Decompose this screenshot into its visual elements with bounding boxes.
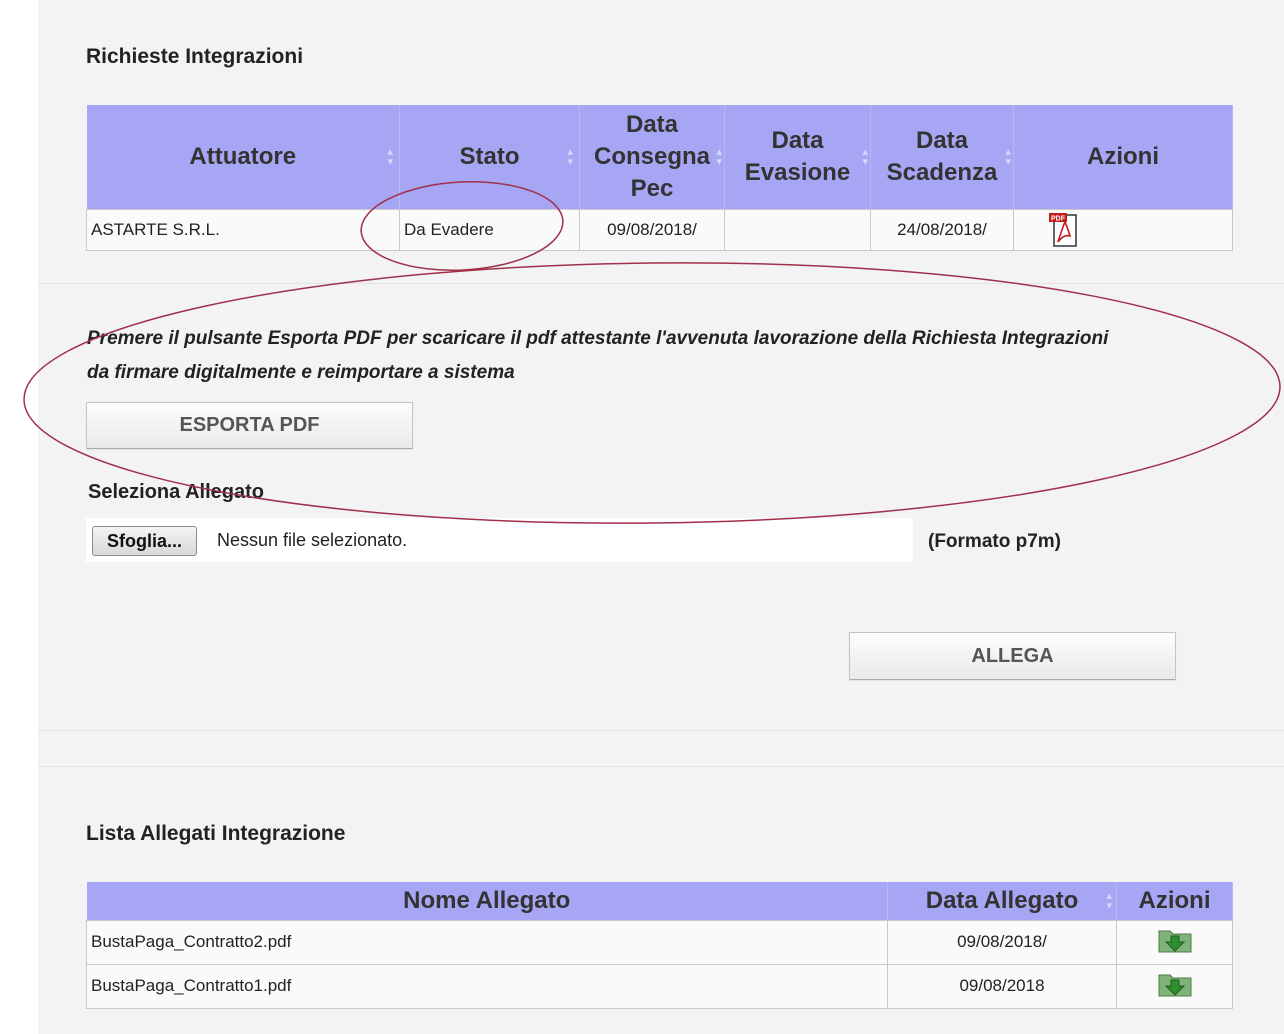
column-label: Pec — [630, 174, 674, 202]
cell-azioni — [1116, 919, 1233, 965]
sort-icon[interactable]: ▴ ▾ — [1106, 890, 1112, 911]
column-label: Data Allegato — [925, 886, 1079, 914]
attachments-header-row: Nome Allegato Data Allegato ▴ ▾ Azioni — [86, 882, 1233, 920]
column-header-data-scadenza[interactable]: Data Scadenza ▴ ▾ — [870, 105, 1014, 209]
browse-button[interactable]: Sfoglia... — [92, 526, 198, 556]
requests-table: Attuatore ▴ ▾ Stato ▴ ▾ Data Consegna Pec … — [86, 105, 1233, 251]
attach-button[interactable]: ALLEGA — [849, 632, 1176, 680]
cell-attachment-name: BustaPaga_Contratto1.pdf — [86, 963, 888, 1009]
cell-data-scadenza: 24/08/2018/ — [870, 208, 1014, 251]
column-label: Azioni — [1138, 886, 1211, 914]
table-row: BustaPaga_Contratto2.pdf 09/08/2018/ — [86, 919, 1233, 965]
svg-text:PDF: PDF — [1051, 215, 1066, 222]
cell-azioni: PDF — [1013, 208, 1233, 251]
column-header-nome-allegato[interactable]: Nome Allegato — [86, 882, 888, 920]
column-label: Nome Allegato — [403, 886, 571, 914]
instruction-line: Premere il pulsante Esporta PDF per scar… — [87, 328, 1109, 349]
file-status-text: Nessun file selezionato. — [217, 530, 408, 550]
requests-title: Richieste Integrazioni — [86, 45, 304, 68]
column-header-data-evasione[interactable]: Data Evasione ▴ ▾ — [724, 105, 871, 209]
column-label: Azioni — [1087, 142, 1159, 170]
section-divider — [38, 766, 1284, 767]
download-icon[interactable] — [1157, 926, 1193, 954]
column-label: Scadenza — [886, 158, 998, 186]
column-label: Data — [625, 110, 679, 138]
table-row: BustaPaga_Contratto1.pdf 09/08/2018 — [86, 963, 1233, 1009]
pdf-icon[interactable]: PDF — [1048, 212, 1080, 248]
column-label: Evasione — [744, 158, 851, 186]
column-label: Attuatore — [189, 142, 297, 170]
cell-attuatore: ASTARTE S.R.L. — [86, 208, 400, 251]
cell-attachment-date: 09/08/2018 — [887, 963, 1117, 1009]
section-divider — [38, 730, 1284, 731]
column-header-azioni: Azioni — [1116, 882, 1233, 920]
column-label: Data — [771, 126, 824, 154]
table-row: ASTARTE S.R.L. Da Evadere 09/08/2018/ 24… — [86, 208, 1233, 251]
cell-stato: Da Evadere — [399, 208, 580, 251]
sort-icon[interactable]: ▴ ▾ — [716, 146, 722, 167]
sort-icon[interactable]: ▴ ▾ — [567, 146, 573, 167]
column-label: Data — [915, 126, 969, 154]
sort-icon[interactable]: ▴ ▾ — [387, 146, 393, 167]
sort-icon[interactable]: ▴ ▾ — [862, 146, 868, 167]
cell-attachment-date: 09/08/2018/ — [887, 919, 1117, 965]
cell-data-consegna: 09/08/2018/ — [579, 208, 725, 251]
instruction-line: da firmare digitalmente e reimportare a … — [87, 362, 515, 383]
file-input[interactable]: Sfoglia... Nessun file selezionato. — [86, 518, 913, 562]
column-header-data-allegato[interactable]: Data Allegato ▴ ▾ — [887, 882, 1117, 920]
format-hint: (Formato p7m) — [928, 531, 1061, 552]
column-header-azioni: Azioni — [1013, 105, 1233, 209]
column-header-stato[interactable]: Stato ▴ ▾ — [399, 105, 580, 209]
sort-icon[interactable]: ▴ ▾ — [1005, 146, 1011, 167]
export-pdf-button[interactable]: ESPORTA PDF — [86, 402, 413, 449]
attachments-table: Nome Allegato Data Allegato ▴ ▾ Azioni Bu… — [86, 882, 1233, 1009]
cell-data-evasione — [724, 208, 871, 251]
cell-attachment-name: BustaPaga_Contratto2.pdf — [86, 919, 888, 965]
column-label: Consegna — [593, 142, 710, 170]
download-icon[interactable] — [1157, 970, 1193, 998]
cell-azioni — [1116, 963, 1233, 1009]
column-label: Stato — [459, 142, 520, 170]
section-divider — [38, 283, 1284, 284]
export-instructions: Premere il pulsante Esporta PDF per scar… — [87, 322, 1237, 390]
select-attachment-label: Seleziona Allegato — [88, 481, 264, 503]
column-header-data-consegna-pec[interactable]: Data Consegna Pec ▴ ▾ — [579, 105, 725, 209]
column-header-attuatore[interactable]: Attuatore ▴ ▾ — [86, 105, 400, 209]
attachments-list-title: Lista Allegati Integrazione — [86, 822, 346, 845]
requests-header-row: Attuatore ▴ ▾ Stato ▴ ▾ Data Consegna Pec … — [86, 105, 1233, 209]
